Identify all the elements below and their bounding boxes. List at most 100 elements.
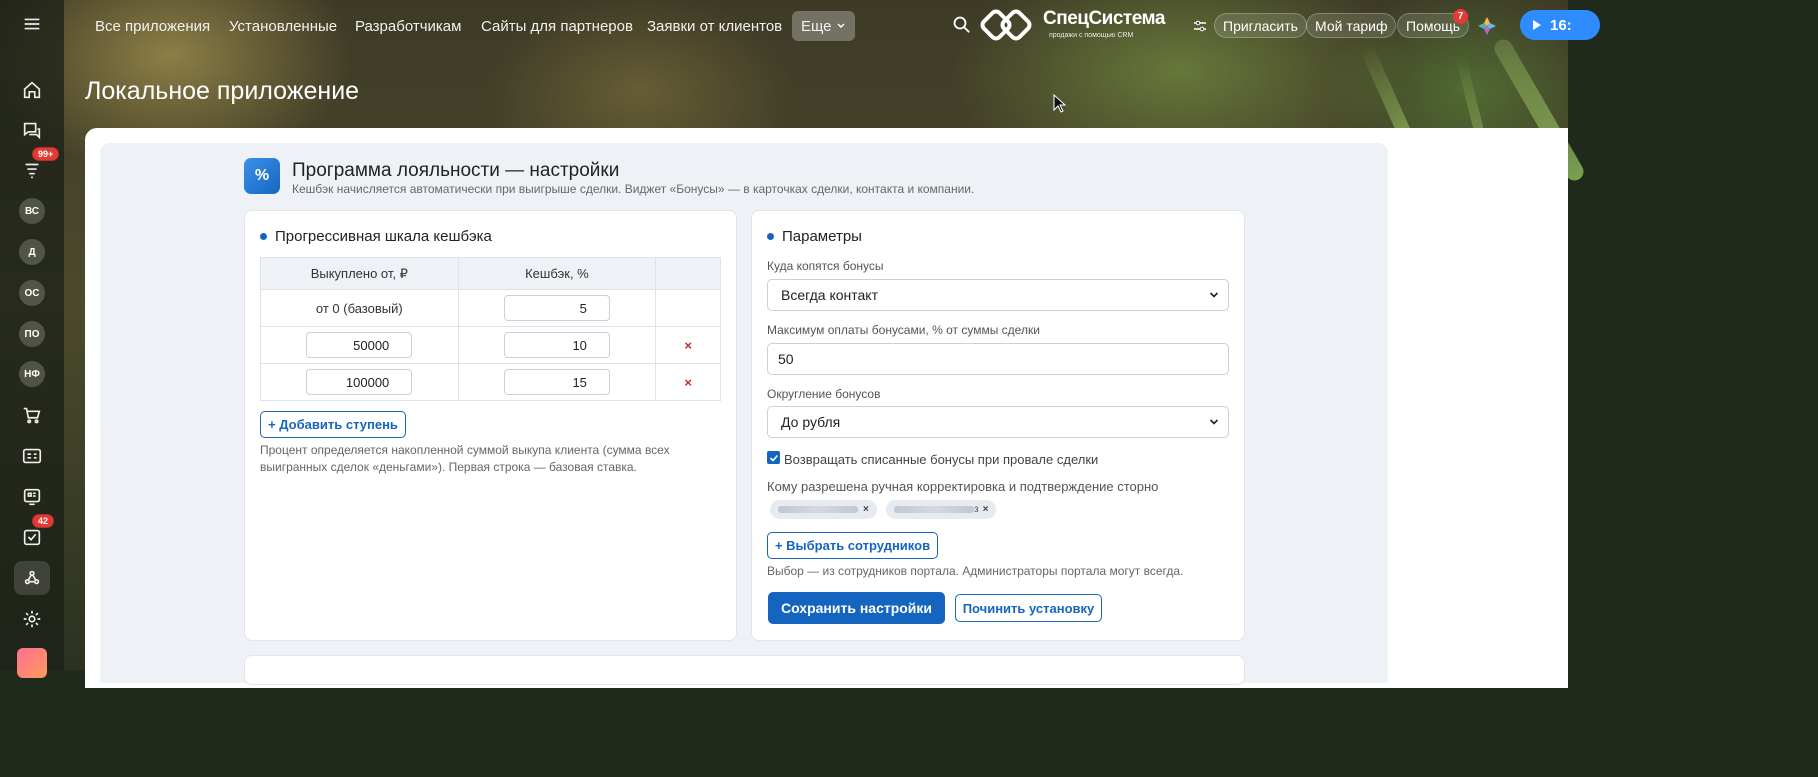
sliders-icon[interactable]: [1192, 18, 1208, 34]
delete-tier-button[interactable]: ×: [684, 338, 692, 353]
app-title: Программа лояльности — настройки: [292, 160, 620, 181]
play-icon: [1533, 20, 1541, 30]
cashback-scale-title: Прогрессивная шкала кешбэка: [260, 228, 492, 245]
logo-mark-icon: [980, 9, 1032, 41]
return-bonuses-label[interactable]: Возвращать списанные бонусы при провале …: [784, 452, 1098, 467]
chip-remove-button[interactable]: ×: [983, 504, 989, 515]
parameters-title-text: Параметры: [782, 228, 862, 245]
parameters-title: Параметры: [767, 228, 862, 245]
accrual-select[interactable]: Всегда контакт: [767, 279, 1229, 311]
invite-button[interactable]: Пригласить: [1214, 13, 1307, 38]
save-settings-button[interactable]: Сохранить настройки: [768, 592, 945, 624]
avatar-initials: Д: [19, 239, 45, 265]
percent-input[interactable]: 15: [503, 369, 610, 395]
from-amount-input[interactable]: 100000: [306, 369, 413, 395]
logo-subtitle: продажи с помощью CRM: [1049, 32, 1134, 39]
sidebar-avatar-vs[interactable]: ВС: [14, 194, 50, 228]
left-sidebar: 99+ ВС Д ОС ПО НФ 42: [0, 0, 64, 678]
cart-icon[interactable]: [14, 398, 50, 432]
table-row: от 0 (базовый) 5: [260, 289, 721, 327]
percent-icon: %: [244, 158, 280, 194]
table-header-row: Выкуплено от, ₽ Кешбэк, %: [260, 257, 721, 290]
page-title: Локальное приложение: [85, 77, 360, 105]
company-logo[interactable]: СпецСистема продажи с помощью CRM: [979, 4, 1179, 46]
chevron-down-icon: [837, 23, 845, 28]
accrual-label: Куда копятся бонусы: [767, 259, 884, 273]
home-icon[interactable]: [14, 73, 50, 107]
percent-input[interactable]: 10: [503, 332, 610, 358]
settings-icon[interactable]: [14, 602, 50, 636]
choose-employees-note: Выбор — из сотрудников портала. Админист…: [767, 564, 1184, 578]
tasks-icon[interactable]: 42: [14, 514, 55, 554]
cashback-scale-title-text: Прогрессивная шкала кешбэка: [275, 228, 492, 245]
board-icon[interactable]: [14, 480, 50, 514]
user-name-redacted: [894, 506, 974, 513]
choose-employees-button[interactable]: + Выбрать сотрудников: [767, 532, 938, 559]
user-name-tail: з: [974, 504, 979, 515]
col-header-actions: [655, 257, 721, 290]
sidebar-avatar-po[interactable]: ПО: [14, 317, 50, 351]
user-chip: ×: [770, 500, 877, 519]
avatar-initials: ОС: [19, 280, 45, 306]
next-card-partial: [244, 655, 1245, 685]
user-chip: з ×: [886, 500, 997, 519]
users-label: Кому разрешена ручная корректировка и по…: [767, 479, 1159, 494]
chevron-down-icon: [1209, 292, 1219, 298]
app-subtitle: Кешбэк начисляется автоматически при выи…: [292, 182, 975, 196]
rounding-select[interactable]: До рубля: [767, 406, 1229, 438]
rocket-icon[interactable]: [14, 646, 50, 680]
automation-icon[interactable]: [14, 561, 50, 595]
menu-icon[interactable]: [14, 7, 50, 41]
bullet-dot: [767, 233, 774, 240]
my-tariff-button[interactable]: Мой тариф: [1306, 13, 1397, 38]
tab-installed[interactable]: Установленные: [229, 0, 337, 52]
delete-tier-button[interactable]: ×: [684, 375, 692, 390]
search-icon[interactable]: [952, 15, 972, 35]
table-row: 50000 10 ×: [260, 326, 721, 364]
max-payment-input[interactable]: 50: [767, 343, 1229, 375]
logo-title: СпецСистема: [1043, 8, 1165, 29]
max-payment-value: 50: [778, 351, 794, 367]
from-cell: 50000: [260, 326, 459, 364]
max-payment-label: Максимум оплаты бонусами, % от суммы сде…: [767, 323, 1040, 337]
timeman-button[interactable]: 16:: [1520, 10, 1600, 40]
from-cell: 100000: [260, 363, 459, 401]
more-menu-button[interactable]: Еще: [792, 11, 855, 41]
col-header-percent: Кешбэк, %: [457, 257, 657, 290]
percent-cell: 10: [457, 326, 657, 364]
sidebar-avatar-nf[interactable]: НФ: [14, 357, 50, 391]
empty-action-cell: [655, 289, 721, 327]
repair-install-button[interactable]: Починить установку: [955, 594, 1102, 622]
sidebar-avatar-d[interactable]: Д: [14, 235, 50, 269]
chip-remove-button[interactable]: ×: [863, 504, 869, 515]
time-label: 16:: [1550, 16, 1572, 34]
copilot-icon[interactable]: [1476, 15, 1498, 37]
from-amount-input[interactable]: 50000: [306, 332, 413, 358]
chat-icon[interactable]: [14, 113, 50, 147]
base-tier-label: от 0 (базовый): [260, 289, 459, 327]
tasks-badge: 42: [32, 514, 55, 528]
rounding-label: Округление бонусов: [767, 387, 881, 401]
add-tier-button[interactable]: + Добавить ступень: [260, 411, 406, 438]
tab-client-requests[interactable]: Заявки от клиентов: [647, 0, 782, 52]
user-name-redacted: [778, 506, 858, 513]
mouse-cursor-icon: [1053, 94, 1067, 113]
feed-badge: 99+: [32, 147, 60, 161]
tab-all-apps[interactable]: Все приложения: [95, 0, 210, 52]
col-header-from: Выкуплено от, ₽: [260, 257, 459, 290]
feed-icon[interactable]: 99+: [14, 147, 60, 187]
return-bonuses-checkbox[interactable]: [767, 451, 780, 464]
rounding-select-value: До рубля: [781, 414, 841, 430]
percent-cell: 15: [457, 363, 657, 401]
percent-cell: 5: [457, 289, 657, 327]
avatar-initials: ПО: [19, 321, 45, 347]
contact-card-icon[interactable]: [14, 439, 50, 473]
accrual-select-value: Всегда контакт: [781, 287, 878, 303]
tab-partner-sites[interactable]: Сайты для партнеров: [481, 0, 633, 52]
percent-input[interactable]: 5: [503, 295, 610, 321]
help-badge: 7: [1453, 9, 1468, 24]
more-label: Еще: [801, 17, 832, 35]
top-bar: Все приложения Установленные Разработчик…: [64, 0, 1600, 52]
sidebar-avatar-os[interactable]: ОС: [14, 276, 50, 310]
tab-developers[interactable]: Разработчикам: [355, 0, 461, 52]
